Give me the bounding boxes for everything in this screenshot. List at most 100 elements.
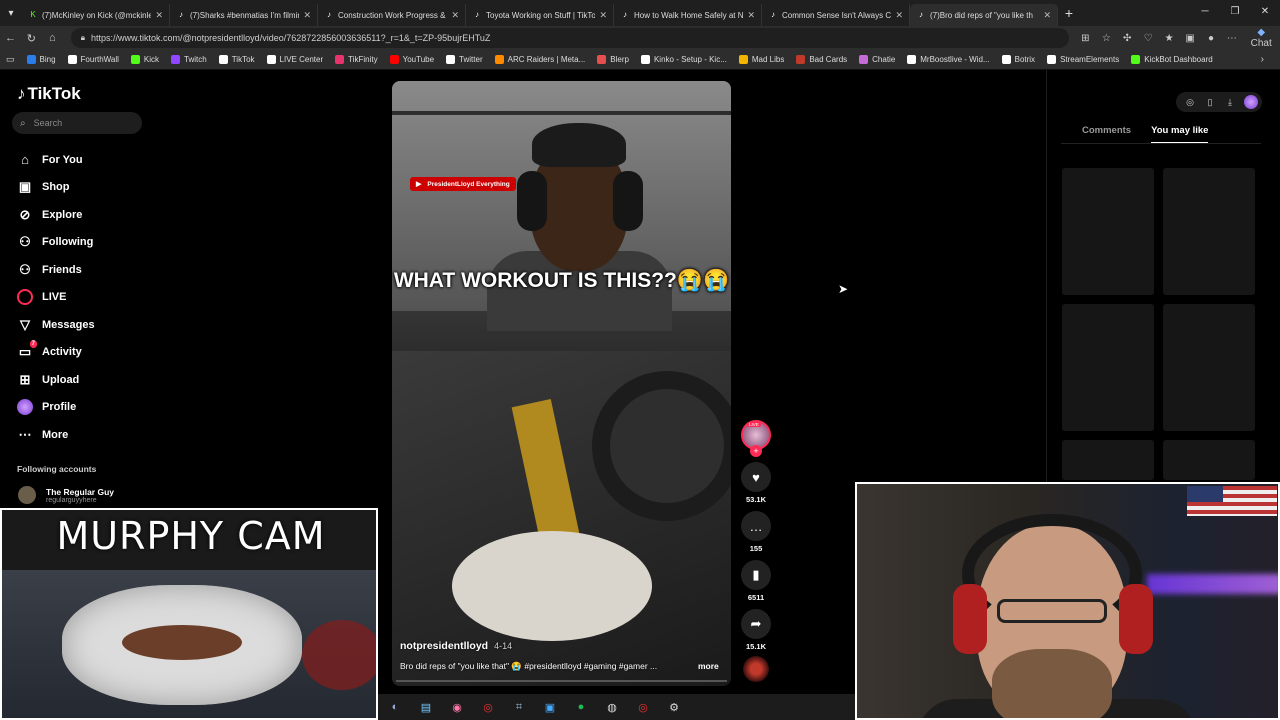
taskbar-app-icon[interactable]: ◐ (382, 697, 408, 717)
search-input[interactable]: ⌕ Search (12, 112, 142, 134)
nav-item-explore[interactable]: ⊘ Explore (16, 201, 95, 229)
bookmark-item[interactable]: Twitch (171, 55, 207, 64)
copilot-chat-button[interactable]: ◆ Chat (1242, 27, 1280, 49)
bookmark-item[interactable]: Chatie (859, 55, 895, 64)
close-tab-icon[interactable]: ✕ (747, 10, 755, 21)
close-window-icon[interactable]: ✕ (1250, 0, 1280, 24)
taskbar-window-icon[interactable]: ▣ (537, 697, 563, 717)
nav-item-activity[interactable]: ▭ 7 Activity (16, 339, 95, 367)
close-tab-icon[interactable]: ✕ (451, 10, 459, 21)
nav-item-messages[interactable]: ▽ Messages (16, 311, 95, 339)
taskbar-record-icon[interactable]: ◎ (475, 697, 501, 717)
comment-action[interactable]: … 155 (738, 511, 774, 553)
apps-icon[interactable]: ⊞ (1075, 33, 1096, 44)
description-more-button[interactable]: more (698, 661, 719, 671)
taskbar-terminal-icon[interactable]: ⌗ (506, 697, 532, 717)
video-player[interactable]: ▶ PresidentLloyd Everything WHAT WORKOUT… (392, 81, 731, 686)
coins-icon[interactable]: ◎ (1180, 97, 1200, 108)
bookmarks-overflow-icon[interactable]: › (1261, 54, 1264, 65)
bookmark-item[interactable]: YouTube (389, 55, 434, 64)
bookmark-item[interactable]: ARC Raiders | Meta... (494, 55, 585, 64)
taskbar-spotify-icon[interactable]: ● (568, 697, 594, 717)
bookmark-item[interactable]: Bing (26, 55, 56, 64)
video-progress-bar[interactable] (396, 680, 727, 682)
taskbar-capture-icon[interactable]: ◎ (630, 697, 656, 717)
nav-item-friends[interactable]: ⚇ Friends (16, 256, 95, 284)
favorites-icon[interactable]: ★ (1159, 33, 1180, 44)
close-tab-icon[interactable]: ✕ (303, 10, 311, 21)
close-tab-icon[interactable]: ✕ (895, 10, 903, 21)
minimize-icon[interactable]: ─ (1190, 0, 1220, 24)
back-icon[interactable]: ← (0, 32, 21, 44)
nav-item-profile[interactable]: Profile (16, 394, 95, 422)
tab-you-may-like[interactable]: You may like (1151, 125, 1209, 144)
new-tab-button[interactable]: + (1058, 5, 1080, 21)
nav-item-more[interactable]: ⋯ More (16, 421, 95, 449)
browser-tab[interactable]: ♪ How to Walk Home Safely at Nigh ✕ (614, 4, 762, 26)
home-icon[interactable]: ⌂ (42, 32, 63, 44)
browser-tab[interactable]: K (7)McKinley on Kick (@mckinley.ti ✕ (22, 4, 170, 26)
browser-tab[interactable]: ♪ Construction Work Progress & Co ✕ (318, 4, 466, 26)
tiktok-logo[interactable]: ♪ TikTok (17, 84, 81, 104)
recommended-video-placeholder[interactable] (1163, 440, 1255, 480)
bookmark-item[interactable]: Bad Cards (796, 55, 847, 64)
recommended-video-placeholder[interactable] (1062, 304, 1154, 431)
collections-icon[interactable]: ▣ (1180, 33, 1201, 44)
restore-icon[interactable]: ❐ (1220, 0, 1250, 24)
recommended-video-placeholder[interactable] (1062, 168, 1154, 295)
browser-tab[interactable]: ♪ (7)Sharks #benmatias I'm filming a ✕ (170, 4, 318, 26)
recommended-video-placeholder[interactable] (1163, 304, 1255, 431)
follow-plus-button[interactable]: + (750, 445, 762, 457)
close-tab-icon[interactable]: ✕ (599, 10, 607, 21)
bookmark-item[interactable]: LIVE Center (266, 55, 323, 64)
bookmark-item[interactable]: Blerp (597, 55, 629, 64)
bookmark-item[interactable]: Kick (130, 55, 159, 64)
tab-comments[interactable]: Comments (1082, 125, 1131, 144)
bookmark-item[interactable]: Twitter (446, 55, 483, 64)
bookmark-item[interactable]: TikTok (218, 55, 255, 64)
browser-tab[interactable]: ♪ Toyota Working on Stuff | TikTok ✕ (466, 4, 614, 26)
settings-more-icon[interactable]: ⋯ (1221, 33, 1242, 44)
bookmark-item[interactable]: Kinko - Setup - Kic... (640, 55, 727, 64)
nav-item-live[interactable]: LIVE (16, 284, 95, 312)
browser-essentials-icon[interactable]: ♡ (1138, 33, 1159, 44)
bookmark-item[interactable]: Botrix (1001, 55, 1035, 64)
taskbar-files-icon[interactable]: ▤ (413, 697, 439, 717)
taskbar-photos-icon[interactable]: ◉ (444, 697, 470, 717)
like-action[interactable]: ♥ 53.1K (738, 462, 774, 504)
recommended-video-placeholder[interactable] (1062, 440, 1154, 480)
bookmark-item[interactable]: FourthWall (67, 55, 119, 64)
download-icon[interactable]: ⤓ (1220, 97, 1240, 108)
bookmark-item[interactable]: MrBoostlive - Wid... (907, 55, 990, 64)
bookmarks-menu-icon[interactable]: ▭ (6, 54, 15, 65)
taskbar-settings-icon[interactable]: ⚙ (661, 697, 687, 717)
browser-tab[interactable]: ♪ Common Sense Isn't Always C ✕ (762, 4, 910, 26)
bookmark-item[interactable]: KickBot Dashboard (1131, 55, 1213, 64)
site-info-icon[interactable]: 🔒︎ (81, 33, 85, 43)
address-bar[interactable]: 🔒︎ https://www.tiktok.com/@notpresidentl… (70, 28, 1069, 48)
bookmark-item[interactable]: Mad Libs (738, 55, 784, 64)
nav-item-shop[interactable]: ▣ Shop (16, 174, 95, 202)
favorite-star-icon[interactable]: ☆ (1096, 33, 1117, 44)
profile-avatar[interactable] (1244, 95, 1258, 109)
bookmark-item[interactable]: StreamElements (1047, 55, 1119, 64)
recommended-video-placeholder[interactable] (1163, 168, 1255, 295)
music-disc-icon[interactable] (743, 656, 769, 682)
close-tab-icon[interactable]: ✕ (155, 10, 163, 21)
close-tab-icon[interactable]: ✕ (1043, 10, 1051, 21)
device-icon[interactable]: ▯ (1200, 97, 1220, 108)
following-account-item[interactable]: The Regular Guy regularguyyhere (18, 486, 114, 504)
extensions-icon[interactable]: ✣ (1117, 33, 1138, 44)
nav-item-following[interactable]: ⚇ Following (16, 229, 95, 257)
profile-avatar-icon[interactable]: ● (1201, 33, 1222, 44)
share-action[interactable]: ➦ 15.1K (738, 609, 774, 651)
video-author[interactable]: notpresidentlloyd 4-14 (400, 640, 512, 652)
save-action[interactable]: ▮ 6511 (738, 560, 774, 602)
nav-item-for-you[interactable]: ⌂ For You (16, 146, 95, 174)
reload-icon[interactable]: ↻ (21, 32, 42, 45)
taskbar-obs-icon[interactable]: ◍ (599, 697, 625, 717)
browser-tab[interactable]: ♪ (7)Bro did reps of "you like th ✕ (910, 4, 1058, 26)
nav-item-upload[interactable]: ⊞ Upload (16, 366, 95, 394)
tab-actions-menu-icon[interactable]: ▾ (0, 0, 22, 26)
bookmark-item[interactable]: TikFinity (335, 55, 378, 64)
